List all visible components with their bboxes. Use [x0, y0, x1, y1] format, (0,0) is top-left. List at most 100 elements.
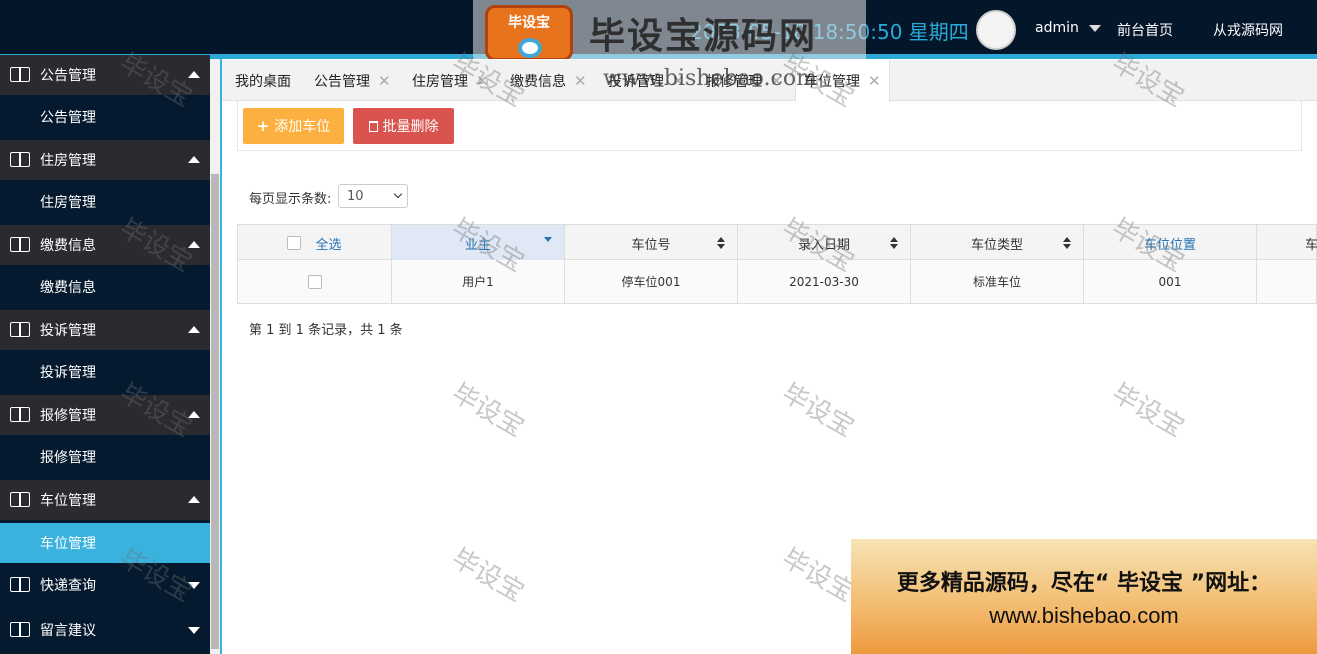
page-size-value: 10	[347, 188, 364, 204]
book-icon	[10, 492, 30, 507]
sidebar-item-payment[interactable]: 缴费信息	[0, 267, 210, 307]
cell-space-type: 标准车位	[911, 260, 1084, 303]
select-all-checkbox[interactable]	[287, 236, 302, 250]
sidebar-group-message[interactable]: 留言建议	[0, 610, 210, 650]
column-label: 业主	[464, 237, 491, 253]
column-label: 车位位置	[1143, 237, 1196, 253]
row-checkbox[interactable]	[307, 274, 322, 289]
chevron-down-icon	[1088, 24, 1101, 32]
trash-icon	[368, 120, 378, 132]
column-label: 车位号	[631, 237, 671, 253]
add-parking-button[interactable]: + 添加车位	[243, 108, 344, 144]
sidebar-group-repair[interactable]: 报修管理	[0, 395, 210, 435]
cell-space-location: 001	[1084, 260, 1257, 303]
chevron-up-icon	[188, 156, 200, 163]
column-space-location[interactable]: 车位位置	[1084, 225, 1257, 261]
batch-delete-label: 批量删除	[382, 119, 439, 135]
sidebar-group-express[interactable]: 快递查询	[0, 565, 210, 605]
book-icon	[10, 67, 30, 82]
column-more[interactable]: 车	[1257, 225, 1317, 261]
column-label: 车	[1304, 237, 1317, 253]
plus-icon: +	[256, 117, 270, 135]
sidebar-group-payment[interactable]: 缴费信息	[0, 225, 210, 265]
ad-headline: 更多精品源码，尽在“ 毕设宝 ”网址：	[896, 570, 1272, 596]
book-icon	[10, 322, 30, 337]
cell-more	[1257, 260, 1317, 303]
pagination-summary: 第 1 到 1 条记录，共 1 条	[249, 323, 403, 338]
table-header: 全选 业主 车位号 录入日期 车位类型 车位位置 车	[237, 224, 1317, 261]
chevron-up-icon	[188, 496, 200, 503]
sidebar-item-complaint[interactable]: 投诉管理	[0, 352, 210, 392]
tab-housing[interactable]: 住房管理 ✕	[412, 60, 489, 101]
nav-frontpage-link[interactable]: 前台首页	[1117, 20, 1173, 40]
tab-label: 缴费信息	[510, 73, 566, 90]
sort-desc-icon	[544, 237, 552, 242]
sidebar-item-housing[interactable]: 住房管理	[0, 182, 210, 222]
column-label: 车位类型	[970, 237, 1023, 253]
table-row[interactable]: 用户1 停车位001 2021-03-30 标准车位 001	[237, 260, 1317, 304]
column-entry-date[interactable]: 录入日期	[738, 225, 911, 261]
chevron-down-icon	[188, 582, 200, 589]
user-menu[interactable]: admin	[1035, 20, 1101, 36]
add-parking-label: 添加车位	[274, 119, 331, 135]
column-owner[interactable]: 业主	[392, 225, 565, 261]
sidebar-group-notice[interactable]: 公告管理	[0, 55, 210, 95]
nav-source-link[interactable]: 从戎源码网	[1213, 20, 1283, 40]
tab-label: 我的桌面	[235, 73, 291, 90]
logo-ball-icon	[518, 38, 542, 58]
chevron-up-icon	[188, 241, 200, 248]
column-space-type[interactable]: 车位类型	[911, 225, 1084, 261]
ad-url[interactable]: www.bishebao.com	[989, 603, 1179, 629]
sidebar-item-notice[interactable]: 公告管理	[0, 97, 210, 137]
book-icon	[10, 152, 30, 167]
sidebar-group-label: 留言建议	[40, 623, 96, 639]
page-size-select[interactable]: 10	[338, 184, 408, 208]
sidebar-item-repair[interactable]: 报修管理	[0, 437, 210, 477]
tab-notice[interactable]: 公告管理 ✕	[314, 60, 391, 101]
close-icon[interactable]: ✕	[868, 72, 881, 90]
sidebar-group-parking[interactable]: 车位管理	[0, 480, 210, 520]
sidebar-group-label: 车位管理	[40, 493, 96, 509]
tab-label: 住房管理	[412, 73, 468, 90]
chevron-up-icon	[188, 326, 200, 333]
sidebar-group-complaint[interactable]: 投诉管理	[0, 310, 210, 350]
sort-icon	[890, 237, 898, 249]
chevron-up-icon	[188, 71, 200, 78]
close-icon[interactable]: ✕	[574, 72, 587, 90]
sidebar-group-label: 投诉管理	[40, 323, 96, 339]
logo-badge-text: 毕设宝	[508, 15, 550, 31]
sort-icon	[717, 237, 725, 249]
column-label: 录入日期	[797, 237, 850, 253]
close-icon[interactable]: ✕	[476, 72, 489, 90]
cell-entry-date: 2021-03-30	[738, 260, 911, 303]
book-icon	[10, 622, 30, 637]
cell-owner: 用户1	[392, 260, 565, 303]
tab-payment[interactable]: 缴费信息 ✕	[510, 60, 587, 101]
close-icon[interactable]: ✕	[378, 72, 391, 90]
logo-badge-icon: 毕设宝	[485, 5, 573, 61]
username: admin	[1035, 20, 1079, 36]
ad-banner[interactable]: 更多精品源码，尽在“ 毕设宝 ”网址： www.bishebao.com	[851, 539, 1317, 654]
sidebar-group-housing[interactable]: 住房管理	[0, 140, 210, 180]
sidebar-group-label: 报修管理	[40, 408, 96, 424]
chevron-down-icon	[393, 189, 403, 199]
sidebar-group-label: 公告管理	[40, 68, 96, 84]
tab-desktop[interactable]: 我的桌面	[235, 60, 291, 101]
select-all-label[interactable]: 全选	[315, 234, 341, 253]
sidebar-scrollbar-thumb[interactable]	[211, 174, 219, 649]
sidebar-item-parking[interactable]: 车位管理	[0, 523, 210, 563]
sidebar-group-label: 缴费信息	[40, 238, 96, 254]
column-space-number[interactable]: 车位号	[565, 225, 738, 261]
chevron-down-icon	[188, 627, 200, 634]
cell-space-number: 停车位001	[565, 260, 738, 303]
batch-delete-button[interactable]: 批量删除	[353, 108, 454, 144]
book-icon	[10, 237, 30, 252]
row-select-cell[interactable]	[238, 260, 392, 303]
select-all-header[interactable]: 全选	[238, 225, 392, 261]
chevron-up-icon	[188, 411, 200, 418]
watermark-url: www.bishebao.com	[603, 66, 817, 91]
sidebar-group-label: 快递查询	[40, 578, 96, 594]
sidebar-group-label: 住房管理	[40, 153, 96, 169]
avatar[interactable]	[976, 10, 1016, 50]
logo-title: 毕设宝源码网	[589, 16, 818, 57]
